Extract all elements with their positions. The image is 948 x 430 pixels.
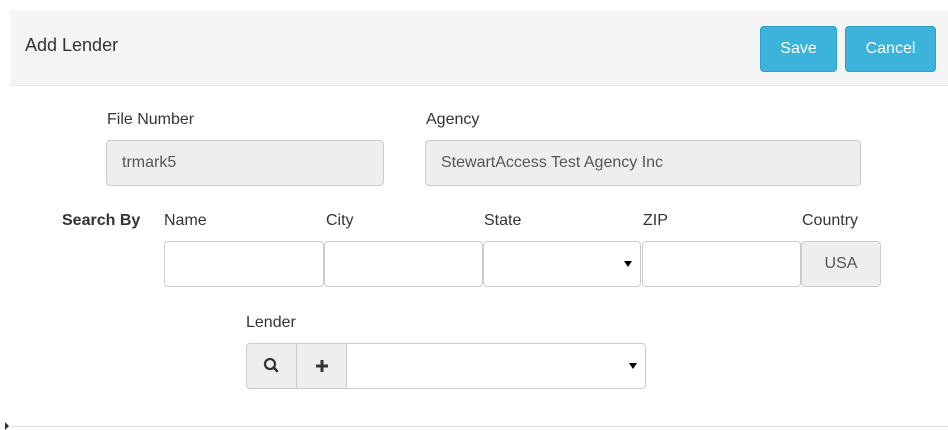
search-icon: [263, 357, 279, 373]
page-title: Add Lender: [25, 35, 119, 55]
bottom-divider: [10, 426, 948, 427]
file-number-field: trmark5: [106, 140, 384, 186]
save-button[interactable]: Save: [760, 26, 837, 72]
name-input[interactable]: [164, 241, 324, 287]
agency-label: Agency: [426, 111, 480, 128]
country-field: USA: [801, 241, 881, 287]
search-by-label: Search By: [62, 212, 141, 229]
chevron-down-icon: [624, 261, 632, 267]
zip-label: ZIP: [643, 212, 668, 229]
agency-field: StewartAccess Test Agency Inc: [425, 140, 861, 186]
state-label: State: [484, 212, 522, 229]
city-label: City: [326, 212, 354, 229]
lender-add-button[interactable]: [297, 344, 347, 388]
resize-handle-icon: [5, 422, 9, 430]
chevron-down-icon: [629, 363, 637, 369]
cancel-button[interactable]: Cancel: [845, 26, 936, 72]
lender-search-button[interactable]: [247, 344, 297, 388]
zip-input[interactable]: [642, 241, 801, 287]
name-label: Name: [164, 212, 207, 229]
file-number-label: File Number: [107, 111, 195, 128]
lender-select[interactable]: [347, 344, 645, 388]
lender-label: Lender: [246, 314, 296, 331]
city-input[interactable]: [324, 241, 483, 287]
state-select[interactable]: [483, 241, 641, 287]
plus-icon: [316, 360, 328, 372]
country-label: Country: [802, 212, 859, 229]
modal-header: Add Lender Save Cancel: [10, 10, 948, 86]
lender-input-group: [246, 343, 646, 389]
